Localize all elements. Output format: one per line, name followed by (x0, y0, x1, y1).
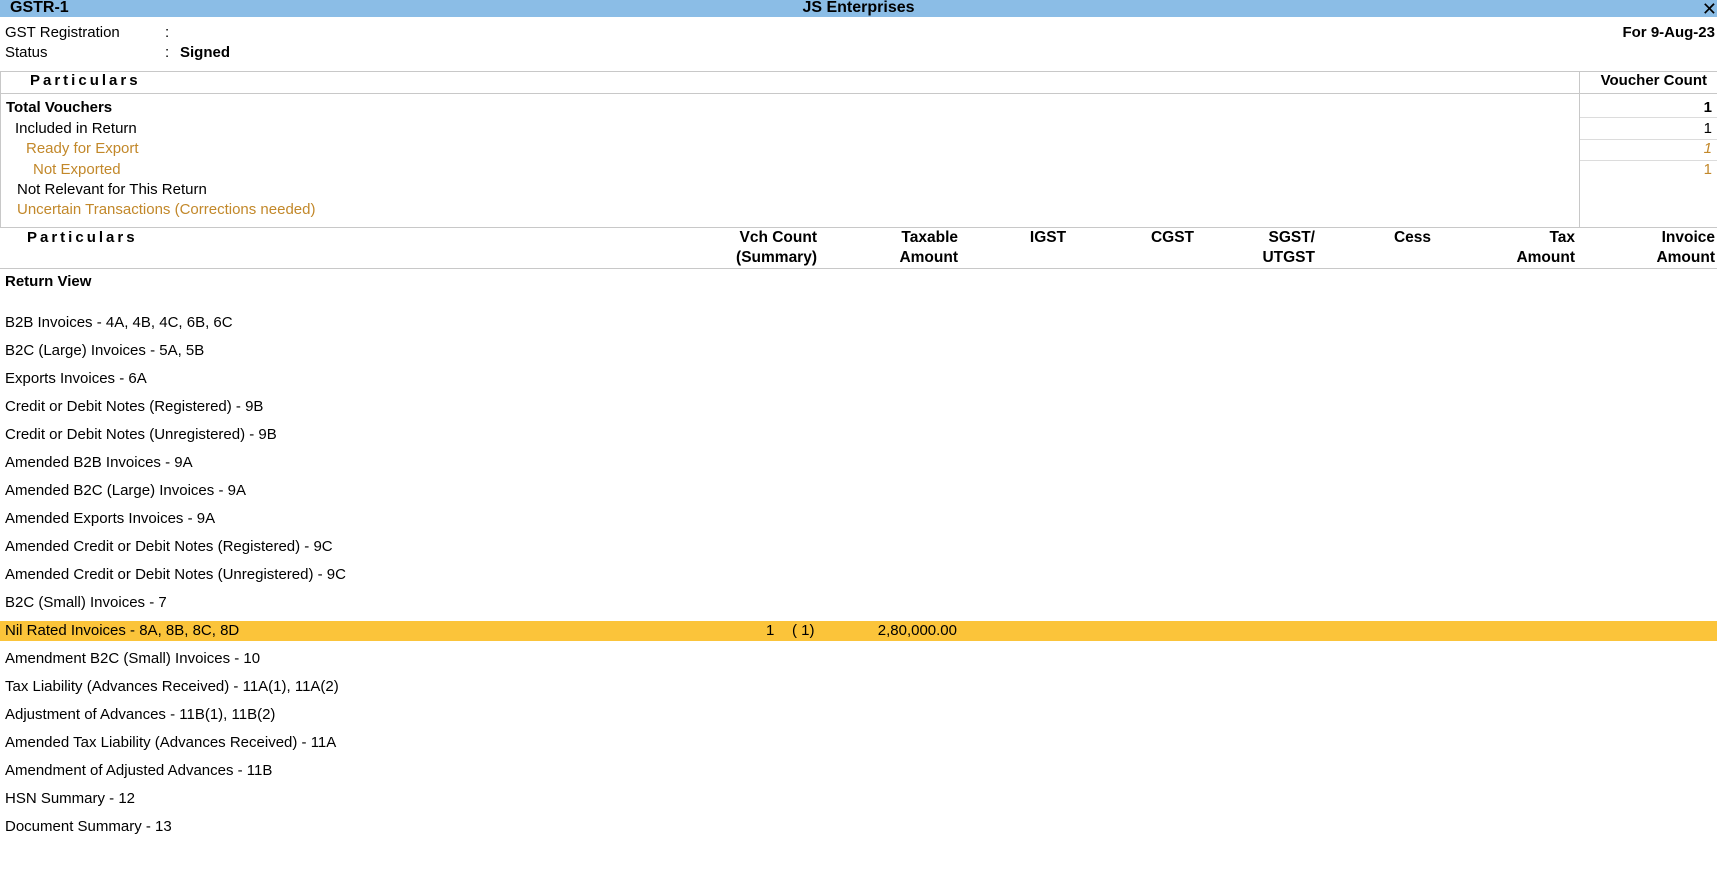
column-header-igst: IGST (1018, 228, 1078, 248)
table-row[interactable]: Amended Credit or Debit Notes (Registere… (0, 537, 1717, 557)
count-separator (1580, 117, 1717, 118)
uncertain-transactions-label[interactable]: Uncertain Transactions (Corrections need… (17, 201, 315, 218)
summary-header-particulars: Particulars (30, 72, 141, 89)
count-separator (1580, 139, 1717, 140)
column-header-invoice-line2: Amount (1656, 249, 1715, 266)
table-row[interactable]: HSN Summary - 12 (0, 789, 1717, 809)
status-label: Status (5, 44, 48, 61)
row-label: Amendment of Adjusted Advances - 11B (5, 762, 273, 779)
row-vch-summary: ( 1) (792, 622, 815, 639)
summary-divider (1579, 71, 1580, 227)
not-exported-count: 1 (1703, 161, 1712, 178)
column-header-vch-count-line1: Vch Count (739, 229, 818, 246)
table-row[interactable]: Credit or Debit Notes (Unregistered) - 9… (0, 425, 1717, 445)
column-header-cess-line1: Cess (1393, 229, 1432, 246)
row-label: Nil Rated Invoices - 8A, 8B, 8C, 8D (5, 622, 240, 639)
column-header-vch-count: Vch Count (Summary) (725, 228, 817, 268)
summary-top-border (0, 71, 1717, 72)
ready-for-export-count: 1 (1703, 140, 1712, 157)
gst-registration-label: GST Registration (5, 24, 120, 41)
total-vouchers-count: 1 (1703, 99, 1712, 116)
table-row[interactable]: Amended Tax Liability (Advances Received… (0, 733, 1717, 753)
column-header-taxable-line1: Taxable (901, 229, 958, 246)
table-row[interactable]: Tax Liability (Advances Received) - 11A(… (0, 677, 1717, 697)
summary-header-border (0, 93, 1717, 94)
table-row[interactable]: Amendment of Adjusted Advances - 11B (0, 761, 1717, 781)
row-label: Amendment B2C (Small) Invoices - 10 (5, 650, 261, 667)
gst-registration-colon: : (165, 24, 170, 41)
column-header-tax-line2: Amount (1516, 249, 1575, 266)
row-label: B2C (Small) Invoices - 7 (5, 594, 167, 611)
row-label: Credit or Debit Notes (Registered) - 9B (5, 398, 264, 415)
table-row[interactable]: Amendment B2C (Small) Invoices - 10 (0, 649, 1717, 669)
column-header-cgst-line1: CGST (1150, 229, 1195, 246)
included-in-return-label[interactable]: Included in Return (15, 120, 137, 137)
column-header-tax-amount: Tax Amount (1480, 228, 1575, 268)
column-header-vch-count-line2: (Summary) (736, 249, 817, 266)
close-icon[interactable]: ✕ (1702, 0, 1717, 20)
table-row[interactable]: B2B Invoices - 4A, 4B, 4C, 6B, 6C (0, 313, 1717, 333)
included-in-return-count: 1 (1703, 120, 1712, 137)
column-header-particulars: Particulars (27, 229, 138, 246)
row-label: Amended B2C (Large) Invoices - 9A (5, 482, 246, 499)
row-taxable-amount: 2,80,000.00 (877, 622, 957, 639)
row-label: B2B Invoices - 4A, 4B, 4C, 6B, 6C (5, 314, 233, 331)
row-label: Credit or Debit Notes (Unregistered) - 9… (5, 426, 277, 443)
row-label: HSN Summary - 12 (5, 790, 136, 807)
table-row[interactable]: Amended B2C (Large) Invoices - 9A (0, 481, 1717, 501)
column-header-cess: Cess (1385, 228, 1440, 248)
column-header-sgst: SGST/ UTGST (1250, 228, 1315, 268)
column-header-invoice-line1: Invoice (1661, 229, 1715, 246)
period-label: For 9-Aug-23 (1622, 24, 1715, 41)
row-label: Amended Credit or Debit Notes (Unregiste… (5, 566, 346, 583)
row-label: Amended B2B Invoices - 9A (5, 454, 193, 471)
status-colon: : (165, 44, 170, 61)
table-row[interactable]: Adjustment of Advances - 11B(1), 11B(2) (0, 705, 1717, 725)
table-row[interactable]: Credit or Debit Notes (Registered) - 9B (0, 397, 1717, 417)
summary-left-border (0, 71, 1, 227)
row-label: Tax Liability (Advances Received) - 11A(… (5, 678, 339, 695)
table-row[interactable]: Amended Exports Invoices - 9A (0, 509, 1717, 529)
table-header-border (0, 268, 1717, 269)
table-row[interactable]: Document Summary - 13 (0, 817, 1717, 837)
total-vouchers-label[interactable]: Total Vouchers (6, 99, 112, 116)
column-header-taxable-amount: Taxable Amount (870, 228, 958, 268)
column-header-invoice-amount: Invoice Amount (1610, 228, 1715, 268)
row-vch-count: 1 (766, 622, 775, 639)
table-row[interactable]: Amended B2B Invoices - 9A (0, 453, 1717, 473)
column-header-cgst: CGST (1140, 228, 1205, 248)
summary-header-voucher-count: Voucher Count (1600, 72, 1707, 89)
table-row[interactable]: B2C (Large) Invoices - 5A, 5B (0, 341, 1717, 361)
ready-for-export-label[interactable]: Ready for Export (26, 140, 139, 157)
row-label: Amended Exports Invoices - 9A (5, 510, 216, 527)
column-header-taxable-line2: Amount (899, 249, 958, 266)
column-header-sgst-line1: SGST/ (1268, 229, 1315, 246)
table-row[interactable]: Exports Invoices - 6A (0, 369, 1717, 389)
column-header-sgst-line2: UTGST (1262, 249, 1315, 266)
status-value: Signed (180, 44, 231, 61)
title-bar: GSTR-1 JS Enterprises ✕ (0, 0, 1717, 20)
table-row-selected[interactable]: Nil Rated Invoices - 8A, 8B, 8C, 8D 1 ( … (0, 621, 1717, 641)
column-header-igst-line1: IGST (1029, 229, 1067, 246)
table-top-border (0, 227, 1717, 228)
row-label: Amended Tax Liability (Advances Received… (5, 734, 337, 751)
table-row[interactable]: B2C (Small) Invoices - 7 (0, 593, 1717, 613)
not-exported-label[interactable]: Not Exported (33, 161, 121, 178)
row-label: Exports Invoices - 6A (5, 370, 147, 387)
not-relevant-label[interactable]: Not Relevant for This Return (17, 181, 207, 198)
section-title-return-view: Return View (5, 273, 92, 290)
table-row[interactable]: Amended Credit or Debit Notes (Unregiste… (0, 565, 1717, 585)
row-label: B2C (Large) Invoices - 5A, 5B (5, 342, 205, 359)
column-header-tax-line1: Tax (1549, 229, 1575, 246)
row-label: Amended Credit or Debit Notes (Registere… (5, 538, 333, 555)
count-separator (1580, 160, 1717, 161)
row-label: Document Summary - 13 (5, 818, 172, 835)
company-name: JS Enterprises (802, 0, 915, 16)
row-label: Adjustment of Advances - 11B(1), 11B(2) (5, 706, 276, 723)
